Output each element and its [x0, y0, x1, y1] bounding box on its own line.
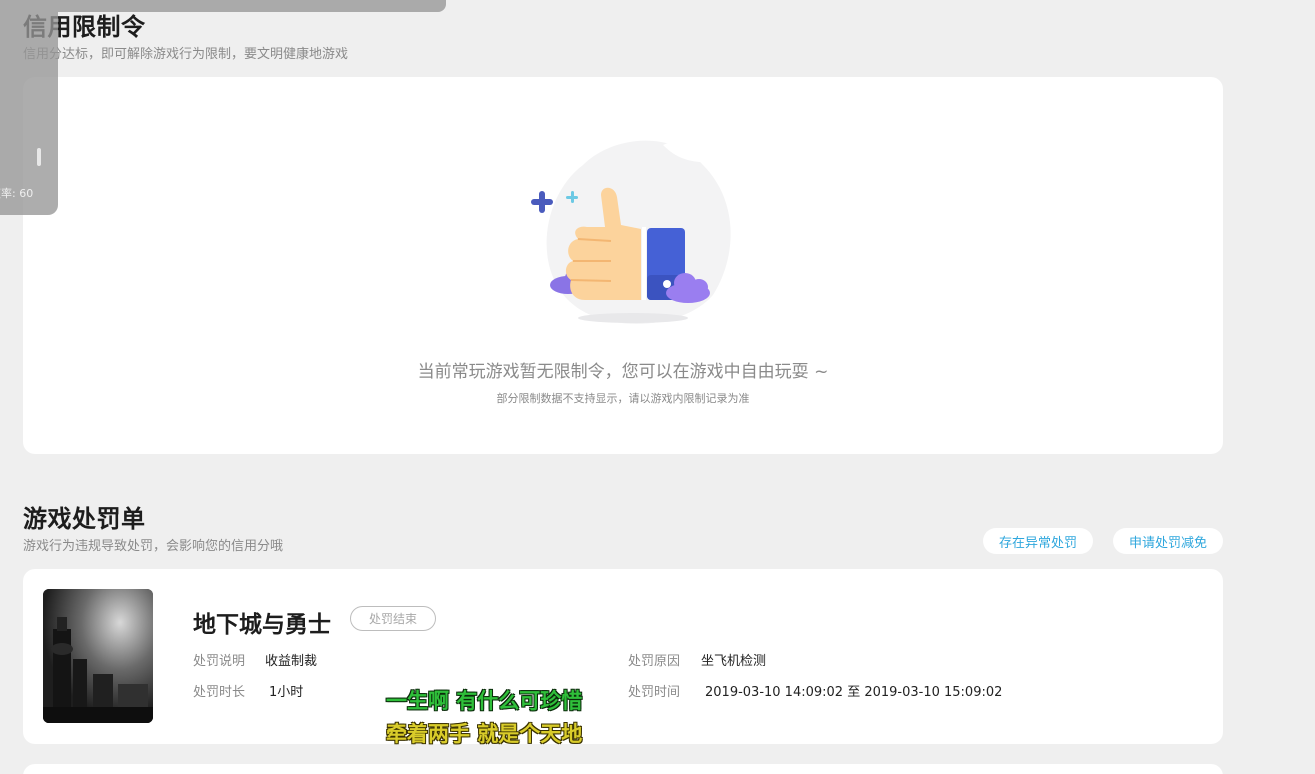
overlay-panel[interactable]: 帧率: 60	[0, 0, 58, 215]
punishment-time-label: 处罚时间	[628, 685, 681, 700]
subtitle-line-1: 一生啊 有什么可珍惜	[386, 689, 583, 713]
abnormal-punishment-button[interactable]: 存在异常处罚	[983, 528, 1093, 554]
punishment-duration-value: 1小时	[269, 685, 304, 700]
punishment-reason-value: 坐飞机检测	[701, 654, 767, 669]
restriction-section-subtitle: 信用分达标，即可解除游戏行为限制，要文明健康地游戏	[23, 47, 349, 62]
punishment-reason-label: 处罚原因	[628, 654, 681, 669]
subtitle-line-2: 牵着两手 就是个天地	[386, 722, 583, 746]
status-badge: 处罚结束	[350, 606, 436, 631]
credit-page: 信用限制令 信用分达标，即可解除游戏行为限制，要文明健康地游戏 当前常玩游戏暂无…	[0, 0, 1315, 774]
punishment-section-title: 游戏处罚单	[23, 505, 146, 533]
overlay-scroll-handle[interactable]	[37, 148, 41, 166]
punishment-desc-label: 处罚说明	[193, 654, 246, 669]
game-cover-image	[43, 589, 153, 723]
restriction-card: 当前常玩游戏暂无限制令，您可以在游戏中自由玩耍 ~ 部分限制数据不支持显示，请以…	[23, 77, 1223, 454]
fps-readout: 帧率: 60	[0, 187, 34, 200]
punishment-section-subtitle: 游戏行为违规导致处罚，会影响您的信用分哦	[23, 539, 284, 554]
punishment-duration-label: 处罚时长	[193, 685, 246, 700]
punishment-record-card[interactable]: 地下城与勇士 处罚结束 处罚说明 收益制裁 处罚时长 1小时 处罚原因 坐飞机检…	[23, 569, 1223, 744]
empty-state-message: 当前常玩游戏暂无限制令，您可以在游戏中自由玩耍 ~	[417, 362, 829, 382]
empty-state-note: 部分限制数据不支持显示，请以游戏内限制记录为准	[496, 392, 750, 405]
game-title: 地下城与勇士	[193, 612, 331, 638]
punishment-desc-value: 收益制裁	[265, 654, 318, 669]
appeal-punishment-button[interactable]: 申请处罚减免	[1113, 528, 1223, 554]
overlay-top-bar	[58, 0, 446, 12]
thumbs-up-icon	[531, 140, 731, 324]
next-record-card	[23, 764, 1223, 774]
punishment-time-value: 2019-03-10 14:09:02 至 2019-03-10 15:09:0…	[705, 685, 1003, 700]
